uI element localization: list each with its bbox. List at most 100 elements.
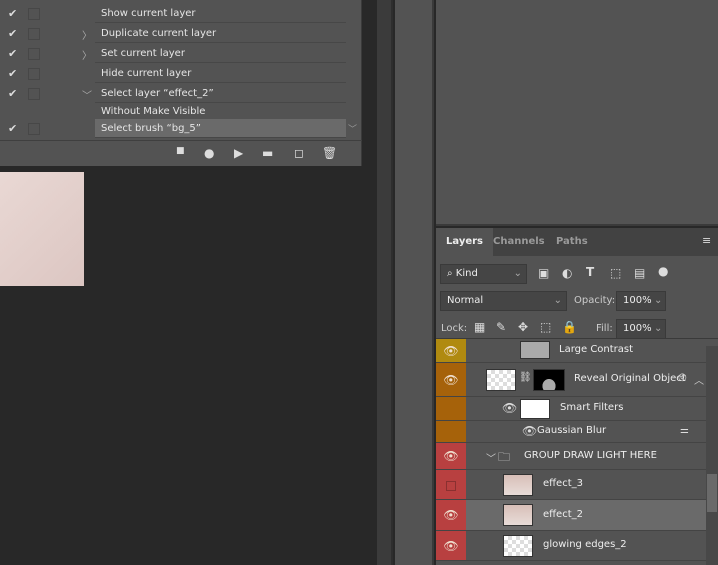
action-item[interactable]: ✔ ﹀ Select layer “effect_2” <box>0 84 346 104</box>
record-icon[interactable]: ● <box>204 146 214 160</box>
layers-scrollbar[interactable] <box>706 346 718 565</box>
collapse-icon[interactable]: ︿ <box>694 372 704 387</box>
fill-label: Fill: <box>596 323 613 334</box>
eye-icon[interactable]: 👁︎ <box>436 531 466 560</box>
expand-toggle-icon[interactable]: ﹀ <box>82 87 92 102</box>
action-item[interactable]: ✔ 〉 Duplicate current layer <box>0 24 346 44</box>
expand-toggle-icon[interactable]: 〉 <box>82 47 92 62</box>
folder-icon[interactable]: ▬ <box>262 146 273 160</box>
eye-icon[interactable]: 👁︎ <box>522 424 537 438</box>
layer-row[interactable]: 👁︎ ﹀ 🗀 GROUP DRAW LIGHT HERE <box>436 443 706 470</box>
action-item[interactable]: ✔ Show current layer <box>0 4 346 24</box>
trash-icon[interactable]: 🗑 <box>322 146 337 160</box>
layer-name: GROUP DRAW LIGHT HERE <box>524 449 657 461</box>
checkmark-icon[interactable]: ✔ <box>8 122 20 135</box>
action-label: Select layer “effect_2” <box>95 84 346 103</box>
layer-row[interactable]: 👁︎ effect_2 <box>436 500 706 531</box>
layer-name: Gaussian Blur <box>537 425 607 436</box>
layer-name: Smart Filters <box>560 402 624 413</box>
checkmark-icon[interactable]: ✔ <box>8 47 20 60</box>
filter-kind-select[interactable]: ⌕ Kind ⌄ <box>440 264 527 284</box>
smart-object-filter-icon[interactable]: ▤ <box>634 266 645 280</box>
lock-artboard-icon[interactable]: ⬚ <box>540 320 551 334</box>
expand-toggle-icon[interactable]: 〉 <box>82 27 92 42</box>
layer-mask-thumbnail <box>533 369 565 391</box>
layer-row[interactable]: 👁︎ ⚌ Gaussian Blur <box>436 421 706 443</box>
link-icon[interactable]: ⛓ <box>519 372 532 383</box>
panel-divider[interactable] <box>377 0 393 565</box>
dialog-toggle-box[interactable] <box>28 68 40 80</box>
checkmark-icon[interactable]: ✔ <box>8 67 20 80</box>
eye-icon[interactable] <box>436 397 466 420</box>
action-item[interactable]: ✔ Hide current layer <box>0 64 346 84</box>
tab-paths[interactable]: Paths <box>546 228 598 256</box>
action-label: Hide current layer <box>95 64 346 83</box>
checkmark-icon[interactable]: ✔ <box>8 27 20 40</box>
layers-panel: Layers Channels Paths ≡ ⌕ Kind ⌄ ▣ ◐ T ⬚ … <box>436 228 718 565</box>
layer-thumbnail <box>486 369 516 391</box>
dialog-toggle-box[interactable] <box>28 123 40 135</box>
filter-options-icon[interactable]: ⚌ <box>680 425 689 436</box>
lock-move-icon[interactable]: ✥ <box>518 320 528 334</box>
blend-mode-select[interactable]: Normal ⌄ <box>440 291 567 311</box>
layer-name: glowing edges_2 <box>543 539 627 550</box>
layer-thumbnail <box>503 474 533 496</box>
dialog-toggle-box[interactable] <box>28 8 40 20</box>
checkmark-icon[interactable]: ✔ <box>8 7 20 20</box>
checkmark-icon[interactable]: ✔ <box>8 87 20 100</box>
eye-icon[interactable]: 👁︎ <box>502 401 517 415</box>
pixel-filter-icon[interactable]: ▣ <box>538 266 549 280</box>
chevron-down-icon: ⌄ <box>513 268 522 279</box>
opacity-dropdown-icon[interactable]: ⌄ <box>654 295 662 306</box>
lock-all-icon[interactable]: 🔒 <box>562 320 577 334</box>
panel-dock <box>395 0 434 565</box>
layer-row[interactable]: 👁︎ Large Contrast <box>436 339 706 363</box>
new-action-icon[interactable]: ◻ <box>294 146 304 160</box>
action-label: Duplicate current layer <box>95 24 346 43</box>
layer-row[interactable]: 👁︎ ⛓ ◎ ︿ Reveal Original Object <box>436 363 706 397</box>
panel-menu-icon[interactable]: ≡ <box>702 234 711 247</box>
folder-icon: 🗀 <box>498 450 511 464</box>
fill-dropdown-icon[interactable]: ⌄ <box>654 323 662 334</box>
dialog-toggle-box[interactable] <box>28 28 40 40</box>
adjustment-filter-icon[interactable]: ◐ <box>562 266 572 280</box>
layer-name: Reveal Original Object <box>574 373 686 384</box>
layer-thumbnail <box>520 399 550 419</box>
eye-icon[interactable]: 👁︎ <box>436 363 466 396</box>
lock-transparent-icon[interactable]: ▦ <box>474 320 485 334</box>
action-label: Set current layer <box>95 44 346 63</box>
layer-thumbnail <box>503 504 533 526</box>
layer-row[interactable]: 👁︎ Smart Filters <box>436 397 706 421</box>
layer-name: effect_3 <box>543 478 583 489</box>
lock-paint-icon[interactable]: ✎ <box>496 320 506 334</box>
action-label: Select brush “bg_5” <box>95 119 346 138</box>
actions-toolbar: ■ ● ▶ ▬ ◻ 🗑 <box>0 140 362 166</box>
blend-mode-value: Normal <box>447 295 484 306</box>
tab-bar: Layers Channels Paths ≡ <box>436 228 718 256</box>
shape-filter-icon[interactable]: ⬚ <box>610 266 621 280</box>
action-item[interactable]: ✔ Select brush “bg_5” <box>0 119 346 139</box>
lock-label: Lock: <box>441 323 468 334</box>
visibility-box[interactable] <box>436 470 466 499</box>
layer-row[interactable]: 👁︎ glowing edges_2 <box>436 531 706 561</box>
search-icon: ⌕ <box>447 268 456 279</box>
eye-icon[interactable] <box>436 421 466 442</box>
filter-toggle-icon[interactable]: ● <box>658 264 668 278</box>
action-item[interactable]: ✔ 〉 Set current layer <box>0 44 346 64</box>
dialog-toggle-box[interactable] <box>28 88 40 100</box>
eye-icon[interactable]: 👁︎ <box>436 339 466 362</box>
chevron-down-icon[interactable]: ﹀ <box>486 450 496 465</box>
layer-name: effect_2 <box>543 508 583 520</box>
type-filter-icon[interactable]: T <box>586 265 594 279</box>
tab-channels[interactable]: Channels <box>483 228 555 256</box>
scroll-down-icon[interactable]: ﹀ <box>348 122 357 135</box>
play-icon[interactable]: ▶ <box>234 146 243 160</box>
layer-row[interactable]: effect_3 <box>436 470 706 500</box>
filter-kind-value: Kind <box>455 268 478 279</box>
eye-icon[interactable]: 👁︎ <box>436 443 466 469</box>
stop-icon[interactable]: ■ <box>176 146 185 156</box>
chevron-down-icon: ⌄ <box>553 295 562 306</box>
layer-thumbnail <box>503 535 533 557</box>
dialog-toggle-box[interactable] <box>28 48 40 60</box>
eye-icon[interactable]: 👁︎ <box>436 500 466 530</box>
